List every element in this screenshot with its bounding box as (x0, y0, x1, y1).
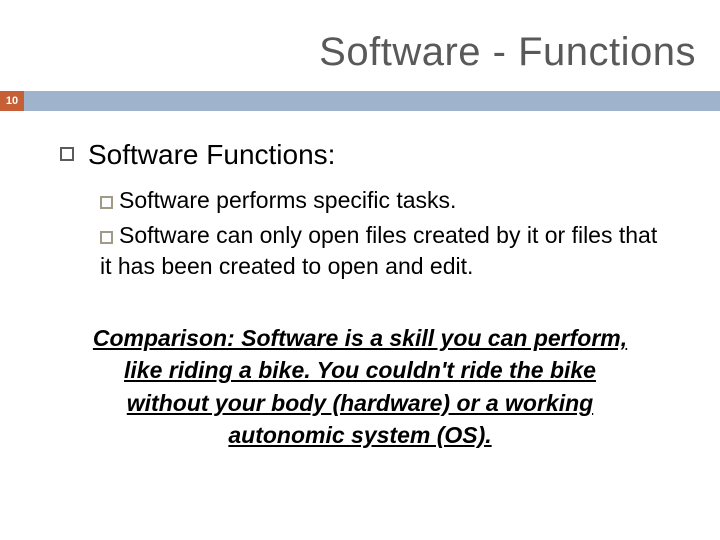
accent-bar (24, 91, 720, 111)
subbullet-text: Software performs specific tasks. (119, 187, 456, 213)
content-area: Software Functions: Software performs sp… (0, 111, 720, 451)
subbullet-group: Software performs specific tasks. Softwa… (100, 185, 660, 282)
square-bullet-icon (60, 147, 74, 161)
slide-title: Software - Functions (0, 0, 720, 91)
divider-bar: 10 (0, 91, 720, 111)
subbullet-text: Software can only open files created by … (100, 222, 657, 279)
square-bullet-icon (100, 231, 113, 244)
subbullet-item: Software can only open files created by … (100, 220, 660, 282)
bullet-level1: Software Functions: (60, 139, 660, 171)
slide: Software - Functions 10 Software Functio… (0, 0, 720, 540)
comparison-text: Comparison: Software is a skill you can … (93, 325, 627, 448)
subbullet-item: Software performs specific tasks. (100, 185, 660, 216)
comparison-block: Comparison: Software is a skill you can … (60, 322, 660, 451)
page-number-badge: 10 (0, 91, 24, 111)
section-heading: Software Functions: (88, 139, 335, 171)
square-bullet-icon (100, 196, 113, 209)
